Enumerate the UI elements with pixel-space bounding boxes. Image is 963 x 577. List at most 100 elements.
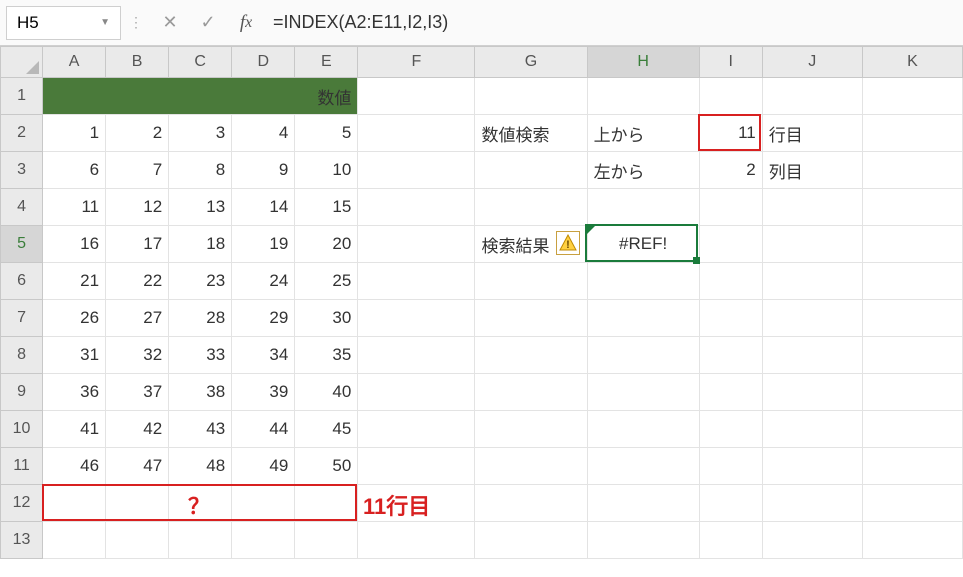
cell-G4[interactable] xyxy=(475,189,587,226)
cell-D8[interactable]: 34 xyxy=(232,337,295,374)
row-header-11[interactable]: 11 xyxy=(1,448,43,485)
cell-J6[interactable] xyxy=(762,263,862,300)
cell-E11[interactable]: 50 xyxy=(295,448,358,485)
cell-J5[interactable] xyxy=(762,226,862,263)
cell-F8[interactable] xyxy=(358,337,475,374)
cell-B9[interactable]: 37 xyxy=(106,374,169,411)
cell-E13[interactable] xyxy=(295,522,358,559)
cell-J2[interactable]: 行目 xyxy=(762,115,862,152)
row-header-12[interactable]: 12 xyxy=(1,485,43,522)
cell-F4[interactable] xyxy=(358,189,475,226)
cell-H11[interactable] xyxy=(587,448,699,485)
cell-G8[interactable] xyxy=(475,337,587,374)
cell-K10[interactable] xyxy=(862,411,962,448)
cell-K5[interactable] xyxy=(862,226,962,263)
cell-E6[interactable]: 25 xyxy=(295,263,358,300)
cell-A5[interactable]: 16 xyxy=(43,226,106,263)
cell-I3[interactable]: 2 xyxy=(699,152,762,189)
cell-F13[interactable] xyxy=(358,522,475,559)
column-header-G[interactable]: G xyxy=(475,47,587,78)
cell-D2[interactable]: 4 xyxy=(232,115,295,152)
cell-F2[interactable] xyxy=(358,115,475,152)
cell-I7[interactable] xyxy=(699,300,762,337)
cell-A4[interactable]: 11 xyxy=(43,189,106,226)
cell-H7[interactable] xyxy=(587,300,699,337)
cell-J7[interactable] xyxy=(762,300,862,337)
row-header-1[interactable]: 1 xyxy=(1,78,43,115)
cell-A12[interactable] xyxy=(43,485,106,522)
cell-H13[interactable] xyxy=(587,522,699,559)
column-header-A[interactable]: A xyxy=(43,47,106,78)
cell-H3[interactable]: 左から xyxy=(587,152,699,189)
column-header-F[interactable]: F xyxy=(358,47,475,78)
cell-A6[interactable]: 21 xyxy=(43,263,106,300)
cell-J12[interactable] xyxy=(762,485,862,522)
cell-G7[interactable] xyxy=(475,300,587,337)
cell-B4[interactable]: 12 xyxy=(106,189,169,226)
cell-K6[interactable] xyxy=(862,263,962,300)
cell-I12[interactable] xyxy=(699,485,762,522)
cell-I9[interactable] xyxy=(699,374,762,411)
cell-G10[interactable] xyxy=(475,411,587,448)
cell-J3[interactable]: 列目 xyxy=(762,152,862,189)
column-header-C[interactable]: C xyxy=(169,47,232,78)
cell-B7[interactable]: 27 xyxy=(106,300,169,337)
cell-C13[interactable] xyxy=(169,522,232,559)
cell-H12[interactable] xyxy=(587,485,699,522)
row-header-3[interactable]: 3 xyxy=(1,152,43,189)
cell-F9[interactable] xyxy=(358,374,475,411)
cell-H5[interactable]: #REF! xyxy=(587,226,699,263)
cell-E2[interactable]: 5 xyxy=(295,115,358,152)
cell-I2[interactable]: 11 xyxy=(699,115,762,152)
cell-B11[interactable]: 47 xyxy=(106,448,169,485)
cell-I5[interactable] xyxy=(699,226,762,263)
row-header-8[interactable]: 8 xyxy=(1,337,43,374)
cell-A9[interactable]: 36 xyxy=(43,374,106,411)
cell-K11[interactable] xyxy=(862,448,962,485)
cell-K2[interactable] xyxy=(862,115,962,152)
cell-J8[interactable] xyxy=(762,337,862,374)
cell-G13[interactable] xyxy=(475,522,587,559)
cell-B6[interactable]: 22 xyxy=(106,263,169,300)
cell-A7[interactable]: 26 xyxy=(43,300,106,337)
cell-B13[interactable] xyxy=(106,522,169,559)
cell-A11[interactable]: 46 xyxy=(43,448,106,485)
data-table-header[interactable]: 数値 xyxy=(43,78,358,115)
cell-G11[interactable] xyxy=(475,448,587,485)
cell-E8[interactable]: 35 xyxy=(295,337,358,374)
cell-B5[interactable]: 17 xyxy=(106,226,169,263)
cell-E4[interactable]: 15 xyxy=(295,189,358,226)
cell-H10[interactable] xyxy=(587,411,699,448)
name-box[interactable]: H5 ▼ xyxy=(6,6,121,40)
column-header-I[interactable]: I xyxy=(699,47,762,78)
cell-F5[interactable] xyxy=(358,226,475,263)
cell-B10[interactable]: 42 xyxy=(106,411,169,448)
row-header-10[interactable]: 10 xyxy=(1,411,43,448)
cell-I4[interactable] xyxy=(699,189,762,226)
cell-K3[interactable] xyxy=(862,152,962,189)
cell-B3[interactable]: 7 xyxy=(106,152,169,189)
row-header-9[interactable]: 9 xyxy=(1,374,43,411)
cell-H4[interactable] xyxy=(587,189,699,226)
cell-E12[interactable] xyxy=(295,485,358,522)
cell-A10[interactable]: 41 xyxy=(43,411,106,448)
formula-input[interactable]: =INDEX(A2:E11,I2,I3) xyxy=(265,6,963,40)
cell-C11[interactable]: 48 xyxy=(169,448,232,485)
cell-J4[interactable] xyxy=(762,189,862,226)
row-header-13[interactable]: 13 xyxy=(1,522,43,559)
cell-C3[interactable]: 8 xyxy=(169,152,232,189)
cell-C2[interactable]: 3 xyxy=(169,115,232,152)
cell-K4[interactable] xyxy=(862,189,962,226)
row-header-5[interactable]: 5 xyxy=(1,226,43,263)
worksheet-area[interactable]: ABCDEFGHIJK 1数値212345数値検索上から11行目3678910左… xyxy=(0,46,963,577)
cell-C4[interactable]: 13 xyxy=(169,189,232,226)
cell-I8[interactable] xyxy=(699,337,762,374)
cell-F7[interactable] xyxy=(358,300,475,337)
cell-K1[interactable] xyxy=(862,78,962,115)
column-header-E[interactable]: E xyxy=(295,47,358,78)
cell-A2[interactable]: 1 xyxy=(43,115,106,152)
cell-F6[interactable] xyxy=(358,263,475,300)
column-header-B[interactable]: B xyxy=(106,47,169,78)
cell-K9[interactable] xyxy=(862,374,962,411)
cell-B8[interactable]: 32 xyxy=(106,337,169,374)
